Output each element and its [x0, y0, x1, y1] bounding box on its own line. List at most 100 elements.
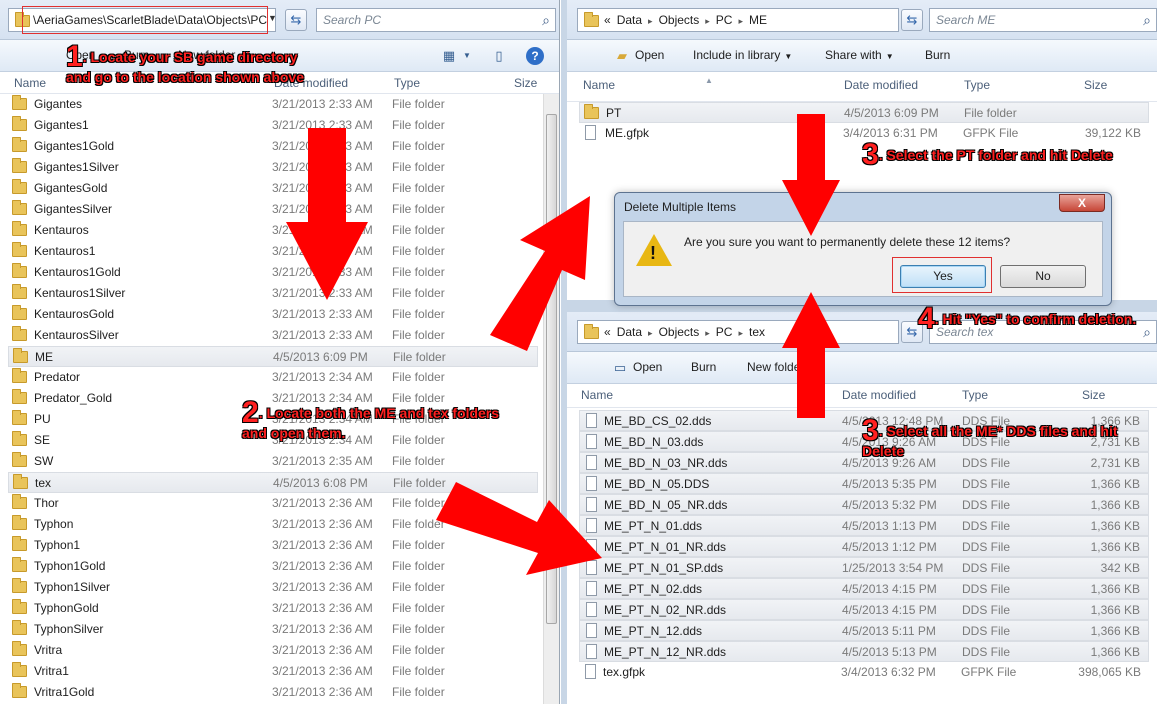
- list-item[interactable]: ME_PT_N_02.dds 4/5/2013 4:15 PM DDS File 1,…: [579, 578, 1149, 599]
- cell-type: DDS File: [962, 561, 1011, 575]
- list-item[interactable]: TyphonSilver 3/21/2013 2:36 AM File folder: [8, 619, 538, 640]
- column-name[interactable]: Name: [14, 76, 46, 90]
- address-bar[interactable]: « Data ▸ Objects ▸ PC ▸ ME: [577, 8, 899, 32]
- list-item[interactable]: KentaurosGold 3/21/2013 2:33 AM File folde…: [8, 304, 538, 325]
- breadcrumb-item[interactable]: PC: [716, 13, 733, 27]
- cell-date: 3/21/2013 2:33 AM: [272, 202, 373, 216]
- breadcrumb-item[interactable]: «: [604, 13, 611, 27]
- list-item[interactable]: Kentauros1 3/21/2013 2:33 AM File folder: [8, 241, 538, 262]
- list-item[interactable]: Gigantes1Gold 3/21/2013 2:33 AM File folde…: [8, 136, 538, 157]
- open-button[interactable]: Open: [635, 48, 664, 62]
- search-input[interactable]: Search ME ⌕: [929, 8, 1157, 32]
- chevron-right-icon[interactable]: ▸: [738, 328, 743, 338]
- list-item[interactable]: ME_BD_N_05.DDS 4/5/2013 5:35 PM DDS File 1,…: [579, 473, 1149, 494]
- cell-size: 1,366 KB: [1090, 498, 1140, 512]
- list-item[interactable]: Kentauros1Gold 3/21/2013 2:33 AM File fold…: [8, 262, 538, 283]
- list-item[interactable]: Kentauros 3/21/2013 2:33 AM File folder: [8, 220, 538, 241]
- cell-name: SW: [34, 454, 54, 468]
- search-input[interactable]: Search PC ⌕: [316, 8, 556, 32]
- list-item[interactable]: ME_PT_N_01_NR.dds 4/5/2013 1:12 PM DDS Fil…: [579, 536, 1149, 557]
- column-name[interactable]: Name: [581, 388, 613, 402]
- list-item[interactable]: Gigantes1 3/21/2013 2:33 AM File folder: [8, 115, 538, 136]
- breadcrumb-item[interactable]: tex: [749, 325, 765, 339]
- list-item[interactable]: Gigantes 3/21/2013 2:33 AM File folder: [8, 94, 538, 115]
- list-item[interactable]: GigantesSilver 3/21/2013 2:33 AM File fold…: [8, 199, 538, 220]
- cell-date: 4/5/2013 5:32 PM: [842, 498, 937, 512]
- address-bar[interactable]: « Data ▸ Objects ▸ PC ▸ tex: [577, 320, 899, 344]
- new-folder-button[interactable]: New folder: [747, 360, 804, 374]
- folder-icon: [12, 137, 27, 152]
- chevron-down-icon[interactable]: ▼: [458, 47, 476, 65]
- breadcrumb-item[interactable]: ME: [749, 13, 767, 27]
- column-size[interactable]: Size: [514, 76, 537, 90]
- column-size[interactable]: Size: [1082, 388, 1105, 402]
- scrollbar-thumb[interactable]: [546, 114, 557, 624]
- chevron-right-icon[interactable]: ▸: [648, 328, 653, 338]
- refresh-button[interactable]: ⇆: [901, 9, 923, 31]
- list-item[interactable]: Kentauros1Silver 3/21/2013 2:33 AM File fo…: [8, 283, 538, 304]
- chevron-right-icon[interactable]: ▸: [705, 328, 710, 338]
- breadcrumb-item[interactable]: PC: [716, 325, 733, 339]
- cell-name: Predator_Gold: [34, 391, 113, 405]
- list-item[interactable]: tex.gfpk 3/4/2013 6:32 PM GFPK File 398,065…: [579, 662, 1149, 683]
- breadcrumb-item[interactable]: Objects: [659, 13, 700, 27]
- chevron-down-icon[interactable]: ▼: [268, 13, 278, 25]
- list-item[interactable]: ME_PT_N_01.dds 4/5/2013 1:13 PM DDS File 1,…: [579, 515, 1149, 536]
- explorer-window-pc: \AeriaGames\ScarletBlade\Data\Objects\PC…: [0, 0, 560, 704]
- annotation-step-3-folder: 3. Select the PT folder and hit Delete: [862, 138, 1113, 171]
- include-in-library-button[interactable]: Include in library ▼: [693, 48, 792, 62]
- list-item[interactable]: KentaurosSilver 3/21/2013 2:33 AM File fol…: [8, 325, 538, 346]
- list-item[interactable]: PT 4/5/2013 6:09 PM File folder: [579, 102, 1149, 123]
- list-item[interactable]: ME 4/5/2013 6:09 PM File folder: [8, 346, 538, 367]
- list-item[interactable]: Typhon1 3/21/2013 2:36 AM File folder: [8, 535, 538, 556]
- chevron-right-icon[interactable]: ▸: [705, 16, 710, 26]
- no-button[interactable]: No: [1000, 265, 1086, 288]
- list-item[interactable]: Typhon1Gold 3/21/2013 2:36 AM File folder: [8, 556, 538, 577]
- folder-icon: [13, 474, 28, 489]
- list-item[interactable]: Vritra1Gold 3/21/2013 2:36 AM File folder: [8, 682, 538, 703]
- column-type[interactable]: Type: [394, 76, 420, 90]
- refresh-button[interactable]: ⇆: [285, 9, 307, 31]
- column-size[interactable]: Size: [1084, 78, 1107, 92]
- list-item[interactable]: ME_PT_N_12.dds 4/5/2013 5:11 PM DDS File 1,…: [579, 620, 1149, 641]
- burn-button[interactable]: Burn: [925, 48, 950, 62]
- list-item[interactable]: ME_PT_N_12_NR.dds 4/5/2013 5:13 PM DDS Fil…: [579, 641, 1149, 662]
- column-date[interactable]: Date modified: [842, 388, 916, 402]
- view-options-icon[interactable]: ▦: [440, 47, 458, 65]
- search-icon: ⌕: [1143, 12, 1151, 28]
- breadcrumb-item[interactable]: Data: [617, 325, 642, 339]
- list-item[interactable]: TyphonGold 3/21/2013 2:36 AM File folder: [8, 598, 538, 619]
- column-type[interactable]: Type: [964, 78, 990, 92]
- preview-pane-icon[interactable]: ▯: [490, 47, 508, 65]
- help-icon[interactable]: ?: [526, 47, 544, 65]
- folder-icon: [12, 599, 27, 614]
- list-item[interactable]: SW 3/21/2013 2:35 AM File folder: [8, 451, 538, 472]
- open-button[interactable]: Open: [633, 360, 662, 374]
- dialog-close-button[interactable]: X: [1059, 194, 1105, 212]
- list-item[interactable]: Vritra 3/21/2013 2:36 AM File folder: [8, 640, 538, 661]
- delete-confirm-dialog: Delete Multiple Items X ! Are you sure y…: [614, 192, 1112, 306]
- list-item[interactable]: ME_PT_N_01_SP.dds 1/25/2013 3:54 PM DDS Fi…: [579, 557, 1149, 578]
- list-item[interactable]: Predator 3/21/2013 2:34 AM File folder: [8, 367, 538, 388]
- chevron-right-icon[interactable]: ▸: [738, 16, 743, 26]
- list-item[interactable]: Typhon1Silver 3/21/2013 2:36 AM File folde…: [8, 577, 538, 598]
- list-item[interactable]: tex 4/5/2013 6:08 PM File folder: [8, 472, 538, 493]
- column-type[interactable]: Type: [962, 388, 988, 402]
- list-item[interactable]: GigantesGold 3/21/2013 2:33 AM File folder: [8, 178, 538, 199]
- column-name[interactable]: Name: [583, 78, 615, 92]
- list-item[interactable]: Typhon 3/21/2013 2:36 AM File folder: [8, 514, 538, 535]
- burn-button[interactable]: Burn: [691, 360, 716, 374]
- cell-date: 3/21/2013 2:36 AM: [272, 538, 373, 552]
- scrollbar[interactable]: [543, 94, 559, 704]
- column-date[interactable]: Date modified: [844, 78, 918, 92]
- share-with-button[interactable]: Share with ▼: [825, 48, 894, 62]
- list-item[interactable]: Thor 3/21/2013 2:36 AM File folder: [8, 493, 538, 514]
- list-item[interactable]: Vritra1 3/21/2013 2:36 AM File folder: [8, 661, 538, 682]
- list-item[interactable]: Gigantes1Silver 3/21/2013 2:33 AM File fol…: [8, 157, 538, 178]
- list-item[interactable]: ME_BD_N_05_NR.dds 4/5/2013 5:32 PM DDS Fil…: [579, 494, 1149, 515]
- list-item[interactable]: ME_PT_N_02_NR.dds 4/5/2013 4:15 PM DDS Fil…: [579, 599, 1149, 620]
- breadcrumb-item[interactable]: Objects: [659, 325, 700, 339]
- chevron-right-icon[interactable]: ▸: [648, 16, 653, 26]
- breadcrumb-item[interactable]: «: [604, 325, 611, 339]
- breadcrumb-item[interactable]: Data: [617, 13, 642, 27]
